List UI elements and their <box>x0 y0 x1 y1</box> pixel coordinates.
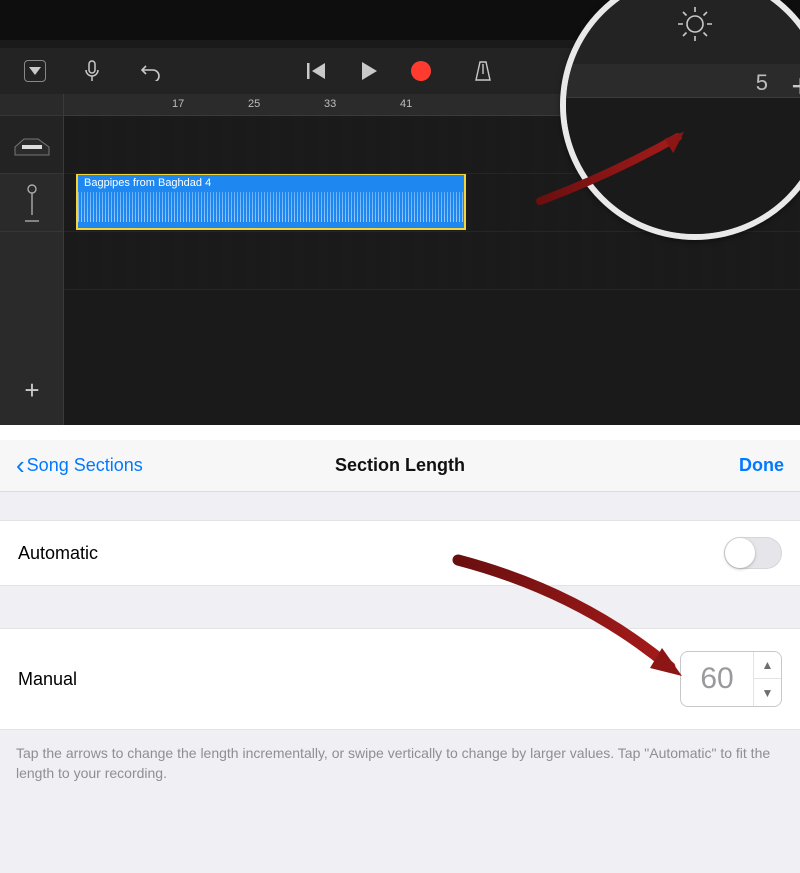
ruler-mark: 17 <box>172 98 184 110</box>
add-track-button[interactable]: + <box>0 365 64 415</box>
ruler-mark: 33 <box>324 98 336 110</box>
stepper-down-button[interactable]: ▼ <box>754 679 781 707</box>
toggle-knob <box>725 538 755 568</box>
piano-icon <box>14 133 50 157</box>
automatic-label: Automatic <box>18 543 98 564</box>
view-selector-dropdown[interactable] <box>24 60 46 82</box>
play-icon[interactable] <box>357 59 381 83</box>
ruler-mark: 25 <box>248 98 260 110</box>
undo-icon[interactable] <box>138 59 162 83</box>
section-length-panel: ‹ Song Sections Section Length Done Auto… <box>0 440 800 873</box>
ruler-mark: 41 <box>400 98 412 110</box>
stepper-up-button[interactable]: ▲ <box>754 651 781 679</box>
mic-stand-icon <box>21 183 43 223</box>
manual-label: Manual <box>18 669 77 690</box>
tracks-editor: 17 25 33 41 + ||| Bagpipes from Baghdad … <box>0 0 800 425</box>
metronome-icon[interactable] <box>471 59 495 83</box>
track-headers: + <box>0 94 64 425</box>
panel-navbar: ‹ Song Sections Section Length Done <box>0 440 800 492</box>
track-row[interactable] <box>64 232 800 290</box>
waveform <box>78 192 464 222</box>
automatic-toggle[interactable] <box>724 537 782 569</box>
track-header-audio[interactable] <box>0 174 63 232</box>
manual-value-stepper[interactable]: 60 ▲ ▼ <box>680 651 782 707</box>
manual-row: Manual 60 ▲ ▼ <box>0 628 800 730</box>
track-header-piano[interactable] <box>0 116 63 174</box>
microphone-icon[interactable] <box>80 59 104 83</box>
chevron-left-icon: ‹ <box>16 452 25 478</box>
ruler-mark-magnified: 5 <box>756 70 768 96</box>
settings-gear-icon[interactable] <box>675 4 715 49</box>
audio-region[interactable]: Bagpipes from Baghdad 4 <box>76 174 466 230</box>
done-button[interactable]: Done <box>739 455 784 476</box>
back-button[interactable]: ‹ Song Sections <box>16 453 143 479</box>
manual-value: 60 <box>681 662 753 696</box>
region-label: Bagpipes from Baghdad 4 <box>84 177 211 189</box>
automatic-row: Automatic <box>0 520 800 586</box>
go-to-beginning-icon[interactable] <box>305 59 329 83</box>
panel-title: Section Length <box>335 455 465 476</box>
magnified-callout: 5 + <box>560 0 800 240</box>
record-icon[interactable] <box>409 59 433 83</box>
back-label: Song Sections <box>27 455 143 476</box>
hint-text: Tap the arrows to change the length incr… <box>0 730 800 783</box>
